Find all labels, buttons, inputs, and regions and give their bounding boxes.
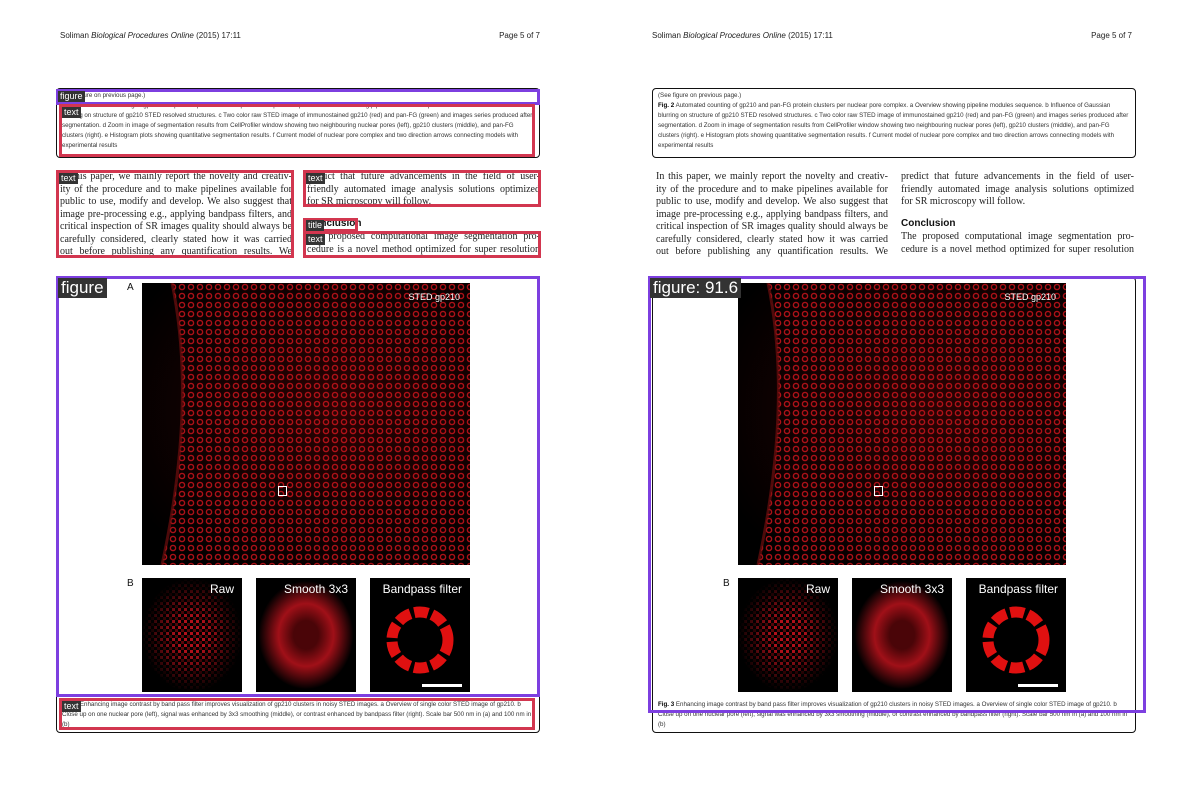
annotation-text-col2	[303, 170, 541, 207]
annotation-figure-top	[56, 89, 540, 105]
body-column-1-right: In this paper, we mainly report the nove…	[656, 171, 888, 257]
page-header-right: Soliman Biological Procedures Online (20…	[652, 31, 833, 40]
annotation-figure-prediction	[648, 276, 1146, 713]
fig2-caption-see-prev-right: (See figure on previous page.)	[658, 92, 742, 99]
annotation-tag-text-col2: text	[306, 173, 325, 184]
annotation-tag-figure-top: figure	[58, 91, 85, 102]
conclusion-text-right: The proposed computational image segment…	[901, 231, 1134, 255]
annotation-tag-figure-score: figure: 91.6	[650, 278, 742, 298]
page-number: Page 5 of 7	[499, 31, 540, 40]
right-page: Soliman Biological Procedures Online (20…	[596, 0, 1192, 794]
annotation-tag-text-col1: text	[59, 173, 78, 184]
annotation-text-caption	[59, 104, 535, 157]
conclusion-heading-right: Conclusion	[901, 218, 956, 229]
fig2-caption-text-right: Fig. 2 Automated counting of gp210 and p…	[658, 102, 1129, 149]
annotation-tag-title: title	[306, 220, 325, 231]
annotation-text-col1	[56, 170, 294, 258]
annotation-text-conclusion	[303, 231, 541, 258]
annotation-tag-figure-fig3: figure	[58, 278, 107, 298]
left-page: Soliman Biological Procedures Online (20…	[0, 0, 596, 794]
body-column-2-right: predict that future advancements in the …	[901, 171, 1134, 207]
page-header-left: Soliman Biological Procedures Online (20…	[60, 31, 241, 40]
annotation-tag-text-caption: text	[62, 107, 81, 118]
annotation-text-fig3-caption	[59, 698, 535, 730]
page-number-right: Page 5 of 7	[1091, 31, 1132, 40]
annotation-figure-fig3	[56, 276, 540, 697]
annotation-tag-text-fig3-caption: text	[62, 701, 81, 712]
annotation-tag-text-conclusion: text	[306, 234, 325, 245]
